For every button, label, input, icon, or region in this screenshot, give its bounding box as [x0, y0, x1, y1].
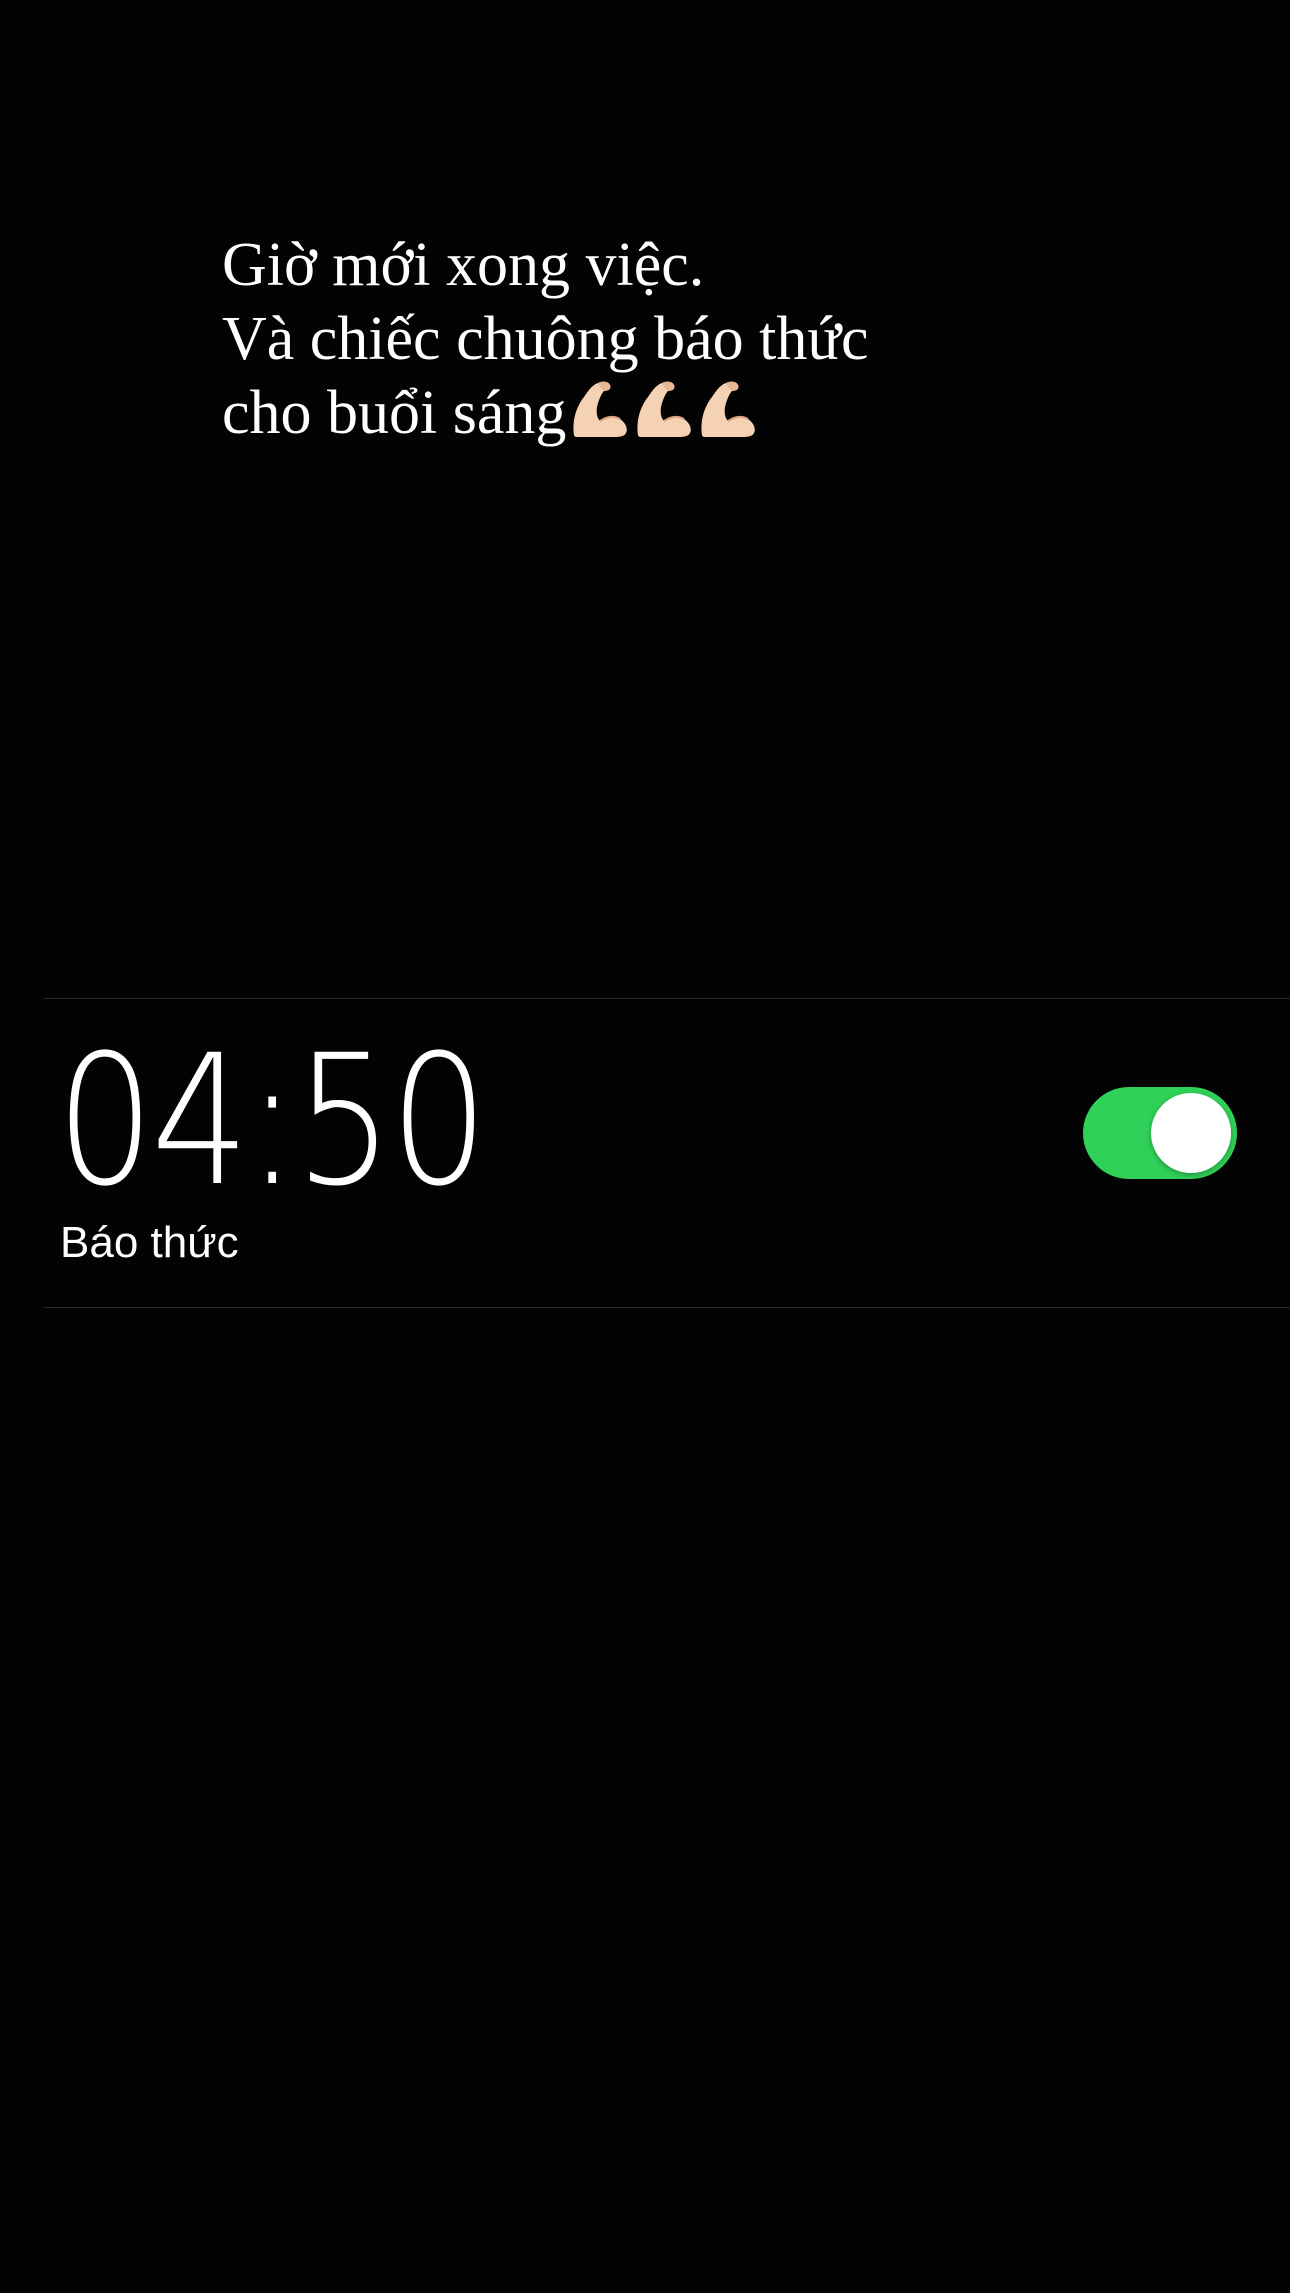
flexed-biceps-emoji-group — [568, 377, 760, 456]
alarm-row-bottom-divider — [44, 1307, 1290, 1308]
flexed-biceps-icon — [637, 381, 692, 437]
caption-line-2: Và chiếc chuông báo thức — [222, 305, 869, 373]
flexed-biceps-icon — [701, 381, 756, 437]
alarm-time: 04:50 — [56, 1017, 488, 1226]
alarm-enabled-toggle[interactable] — [1083, 1087, 1237, 1179]
caption-line-3-text: cho buổi sáng — [222, 379, 567, 447]
alarm-label: Báo thức — [60, 1218, 239, 1267]
caption-line-3: cho buổi sáng — [222, 376, 1222, 456]
caption-text: Giờ mới xong việc. Và chiếc chuông báo t… — [222, 228, 1222, 456]
alarm-row[interactable]: 04:50 Báo thức — [0, 999, 1290, 1307]
caption-line-1: Giờ mới xong việc. — [222, 231, 705, 299]
toggle-knob — [1151, 1093, 1231, 1173]
flexed-biceps-icon — [573, 381, 628, 437]
